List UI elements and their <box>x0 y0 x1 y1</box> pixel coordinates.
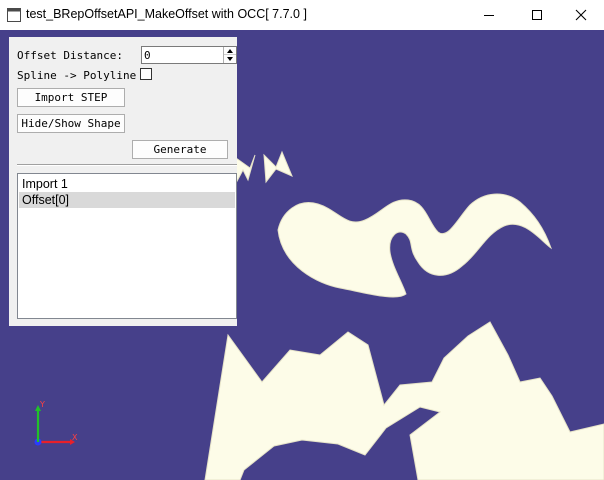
maximize-button[interactable] <box>514 0 560 30</box>
list-item[interactable]: Import 1 <box>19 176 235 192</box>
import-step-button[interactable]: Import STEP <box>17 88 125 107</box>
offset-distance-value: 0 <box>144 49 151 62</box>
generate-button[interactable]: Generate <box>132 140 228 159</box>
spin-down-button[interactable] <box>224 55 236 63</box>
offset-distance-spinbox[interactable]: 0 <box>141 46 237 64</box>
spline-polyline-label: Spline -> Polyline <box>17 69 137 82</box>
close-button[interactable] <box>558 0 604 30</box>
y-axis-label: Y <box>40 400 45 409</box>
minimize-button[interactable] <box>466 0 512 30</box>
separator <box>17 164 237 166</box>
hide-show-shape-button[interactable]: Hide/Show Shape <box>17 114 125 133</box>
triangle-up-icon <box>227 49 233 53</box>
title-bar[interactable]: test_BRepOffsetAPI_MakeOffset with OCC[ … <box>0 0 604 30</box>
triangle-down-icon <box>227 57 233 61</box>
offset-wave-shape <box>277 193 553 298</box>
import-outline-shape <box>204 321 604 480</box>
app-icon <box>7 8 21 22</box>
window-title: test_BRepOffsetAPI_MakeOffset with OCC[ … <box>26 7 307 21</box>
shape-list[interactable]: Import 1 Offset[0] <box>17 173 237 319</box>
minimize-icon <box>484 15 494 16</box>
spin-up-button[interactable] <box>224 47 236 55</box>
close-icon <box>575 9 587 21</box>
small-bowtie-left-shape <box>235 154 256 184</box>
control-panel: Offset Distance: 0 Spline -> Polyline Im… <box>9 37 237 326</box>
small-bowtie-right-shape <box>263 150 293 184</box>
x-axis-label: X <box>72 433 78 442</box>
list-item[interactable]: Offset[0] <box>19 192 235 208</box>
maximize-icon <box>532 10 542 20</box>
spline-polyline-checkbox[interactable] <box>140 68 152 80</box>
offset-distance-label: Offset Distance: <box>17 49 123 62</box>
